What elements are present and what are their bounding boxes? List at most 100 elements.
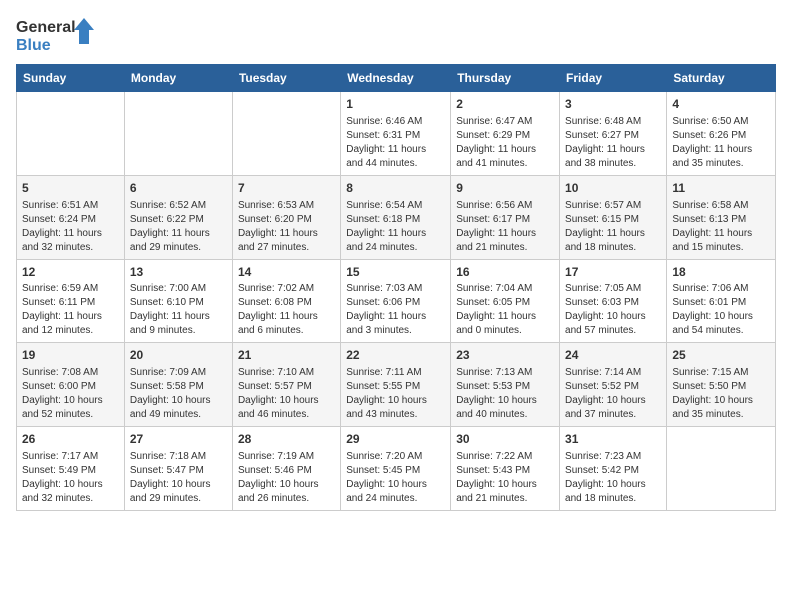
day-cell: 16Sunrise: 7:04 AM Sunset: 6:05 PM Dayli… — [451, 259, 560, 343]
day-cell — [667, 427, 776, 511]
day-number: 7 — [238, 180, 335, 197]
weekday-header-thursday: Thursday — [451, 65, 560, 92]
day-number: 24 — [565, 347, 661, 364]
day-info: Sunrise: 7:11 AM Sunset: 5:55 PM Dayligh… — [346, 366, 445, 422]
weekday-header-row: SundayMondayTuesdayWednesdayThursdayFrid… — [17, 65, 776, 92]
day-cell: 19 Sunrise: 7:08 AM Sunset: 6:00 PM Dayli… — [17, 343, 125, 427]
day-info: Sunrise: 7:02 AM Sunset: 6:08 PM Dayligh… — [238, 282, 335, 338]
weekday-header-tuesday: Tuesday — [232, 65, 340, 92]
day-number: 27 — [130, 431, 227, 448]
day-cell: 14Sunrise: 7:02 AM Sunset: 6:08 PM Dayli… — [232, 259, 340, 343]
day-number: 10 — [565, 180, 661, 197]
day-cell: 8Sunrise: 6:54 AM Sunset: 6:18 PM Daylig… — [341, 175, 451, 259]
day-number: 20 — [130, 347, 227, 364]
day-cell: 1Sunrise: 6:46 AM Sunset: 6:31 PM Daylig… — [341, 92, 451, 176]
weekday-header-monday: Monday — [124, 65, 232, 92]
day-number: 23 — [456, 347, 554, 364]
day-cell: 25 Sunrise: 7:15 AM Sunset: 5:50 PM Dayli… — [667, 343, 776, 427]
day-number: 30 — [456, 431, 554, 448]
day-info: Sunrise: 6:48 AM Sunset: 6:27 PM Dayligh… — [565, 115, 661, 171]
day-info: Sunrise: 7:15 AM Sunset: 5:50 PM Dayligh… — [672, 366, 770, 422]
day-info: Sunrise: 7:00 AM Sunset: 6:10 PM Dayligh… — [130, 282, 227, 338]
day-cell: 21 Sunrise: 7:10 AM Sunset: 5:57 PM Dayli… — [232, 343, 340, 427]
day-cell: 2Sunrise: 6:47 AM Sunset: 6:29 PM Daylig… — [451, 92, 560, 176]
day-info: Sunrise: 7:13 AM Sunset: 5:53 PM Dayligh… — [456, 366, 554, 422]
weekday-header-friday: Friday — [560, 65, 667, 92]
logo-svg: GeneralBlue — [16, 16, 106, 56]
day-cell: 4 Sunrise: 6:50 AM Sunset: 6:26 PM Daylig… — [667, 92, 776, 176]
day-info: Sunrise: 7:09 AM Sunset: 5:58 PM Dayligh… — [130, 366, 227, 422]
day-info: Sunrise: 7:10 AM Sunset: 5:57 PM Dayligh… — [238, 366, 335, 422]
svg-text:General: General — [16, 19, 76, 36]
weekday-header-sunday: Sunday — [17, 65, 125, 92]
day-info: Sunrise: 7:23 AM Sunset: 5:42 PM Dayligh… — [565, 450, 661, 506]
calendar-table: SundayMondayTuesdayWednesdayThursdayFrid… — [16, 64, 776, 511]
day-cell: 29Sunrise: 7:20 AM Sunset: 5:45 PM Dayli… — [341, 427, 451, 511]
day-cell — [232, 92, 340, 176]
weekday-header-saturday: Saturday — [667, 65, 776, 92]
week-row-3: 12Sunrise: 6:59 AM Sunset: 6:11 PM Dayli… — [17, 259, 776, 343]
day-number: 14 — [238, 264, 335, 281]
day-info: Sunrise: 6:52 AM Sunset: 6:22 PM Dayligh… — [130, 199, 227, 255]
day-cell: 12Sunrise: 6:59 AM Sunset: 6:11 PM Dayli… — [17, 259, 125, 343]
page-header: GeneralBlue — [16, 16, 776, 56]
day-info: Sunrise: 7:18 AM Sunset: 5:47 PM Dayligh… — [130, 450, 227, 506]
day-number: 15 — [346, 264, 445, 281]
day-cell: 10 Sunrise: 6:57 AM Sunset: 6:15 PM Dayli… — [560, 175, 667, 259]
day-number: 22 — [346, 347, 445, 364]
day-number: 19 — [22, 347, 119, 364]
day-cell: 27 Sunrise: 7:18 AM Sunset: 5:47 PM Dayli… — [124, 427, 232, 511]
day-cell: 11 Sunrise: 6:58 AM Sunset: 6:13 PM Dayli… — [667, 175, 776, 259]
day-number: 2 — [456, 96, 554, 113]
svg-text:Blue: Blue — [16, 37, 51, 54]
day-cell: 30 Sunrise: 7:22 AM Sunset: 5:43 PM Dayli… — [451, 427, 560, 511]
day-cell: 7 Sunrise: 6:53 AM Sunset: 6:20 PM Daylig… — [232, 175, 340, 259]
day-cell: 24Sunrise: 7:14 AM Sunset: 5:52 PM Dayli… — [560, 343, 667, 427]
week-row-2: 5 Sunrise: 6:51 AM Sunset: 6:24 PM Daylig… — [17, 175, 776, 259]
day-info: Sunrise: 6:53 AM Sunset: 6:20 PM Dayligh… — [238, 199, 335, 255]
day-cell: 9Sunrise: 6:56 AM Sunset: 6:17 PM Daylig… — [451, 175, 560, 259]
day-cell: 13Sunrise: 7:00 AM Sunset: 6:10 PM Dayli… — [124, 259, 232, 343]
day-number: 5 — [22, 180, 119, 197]
day-number: 6 — [130, 180, 227, 197]
day-cell: 28Sunrise: 7:19 AM Sunset: 5:46 PM Dayli… — [232, 427, 340, 511]
day-info: Sunrise: 6:57 AM Sunset: 6:15 PM Dayligh… — [565, 199, 661, 255]
day-number: 28 — [238, 431, 335, 448]
day-number: 4 — [672, 96, 770, 113]
day-number: 31 — [565, 431, 661, 448]
day-number: 25 — [672, 347, 770, 364]
day-info: Sunrise: 7:08 AM Sunset: 6:00 PM Dayligh… — [22, 366, 119, 422]
day-cell: 20 Sunrise: 7:09 AM Sunset: 5:58 PM Dayli… — [124, 343, 232, 427]
day-info: Sunrise: 6:50 AM Sunset: 6:26 PM Dayligh… — [672, 115, 770, 171]
day-info: Sunrise: 6:54 AM Sunset: 6:18 PM Dayligh… — [346, 199, 445, 255]
day-info: Sunrise: 7:22 AM Sunset: 5:43 PM Dayligh… — [456, 450, 554, 506]
day-cell: 6 Sunrise: 6:52 AM Sunset: 6:22 PM Daylig… — [124, 175, 232, 259]
day-number: 12 — [22, 264, 119, 281]
day-cell: 18Sunrise: 7:06 AM Sunset: 6:01 PM Dayli… — [667, 259, 776, 343]
day-number: 17 — [565, 264, 661, 281]
week-row-5: 26 Sunrise: 7:17 AM Sunset: 5:49 PM Dayli… — [17, 427, 776, 511]
day-cell: 22 Sunrise: 7:11 AM Sunset: 5:55 PM Dayli… — [341, 343, 451, 427]
day-number: 11 — [672, 180, 770, 197]
day-number: 26 — [22, 431, 119, 448]
day-info: Sunrise: 6:58 AM Sunset: 6:13 PM Dayligh… — [672, 199, 770, 255]
day-cell: 26 Sunrise: 7:17 AM Sunset: 5:49 PM Dayli… — [17, 427, 125, 511]
day-cell: 5 Sunrise: 6:51 AM Sunset: 6:24 PM Daylig… — [17, 175, 125, 259]
day-number: 3 — [565, 96, 661, 113]
day-number: 16 — [456, 264, 554, 281]
day-info: Sunrise: 7:06 AM Sunset: 6:01 PM Dayligh… — [672, 282, 770, 338]
day-cell: 3 Sunrise: 6:48 AM Sunset: 6:27 PM Daylig… — [560, 92, 667, 176]
day-number: 13 — [130, 264, 227, 281]
day-cell: 17Sunrise: 7:05 AM Sunset: 6:03 PM Dayli… — [560, 259, 667, 343]
day-number: 9 — [456, 180, 554, 197]
day-info: Sunrise: 6:51 AM Sunset: 6:24 PM Dayligh… — [22, 199, 119, 255]
day-info: Sunrise: 7:17 AM Sunset: 5:49 PM Dayligh… — [22, 450, 119, 506]
day-info: Sunrise: 7:04 AM Sunset: 6:05 PM Dayligh… — [456, 282, 554, 338]
day-cell — [17, 92, 125, 176]
day-cell: 31 Sunrise: 7:23 AM Sunset: 5:42 PM Dayli… — [560, 427, 667, 511]
logo: GeneralBlue — [16, 16, 106, 56]
day-number: 1 — [346, 96, 445, 113]
weekday-header-wednesday: Wednesday — [341, 65, 451, 92]
day-number: 21 — [238, 347, 335, 364]
day-info: Sunrise: 7:05 AM Sunset: 6:03 PM Dayligh… — [565, 282, 661, 338]
